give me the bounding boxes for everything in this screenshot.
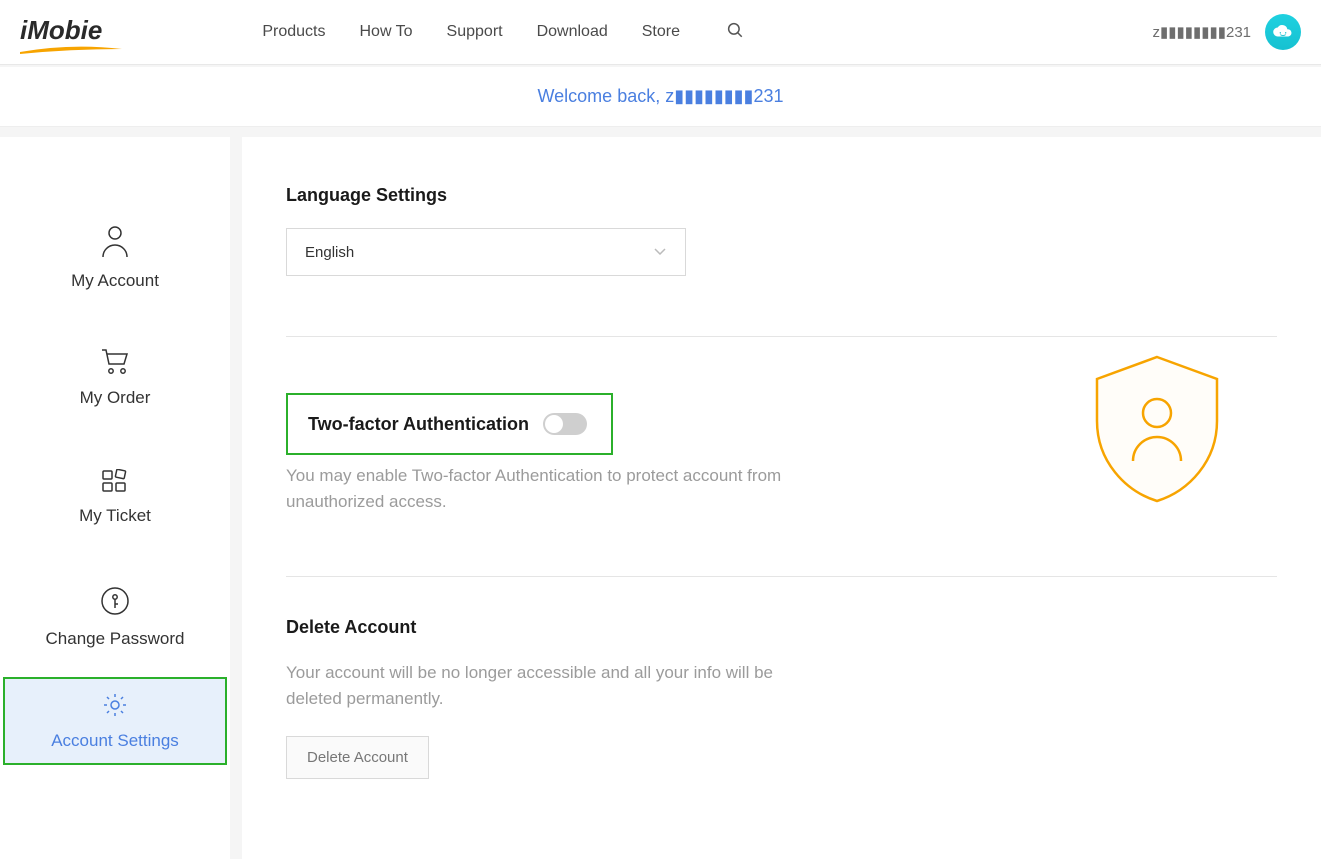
nav-products[interactable]: Products: [262, 23, 325, 41]
search-icon: [726, 21, 744, 39]
sidebar-item-label: My Account: [71, 271, 159, 291]
sidebar-item-label: My Order: [80, 388, 151, 408]
content: Language Settings English Two-factor Aut…: [242, 137, 1321, 859]
sidebar-item-my-account[interactable]: My Account: [0, 197, 230, 317]
sidebar-item-my-order[interactable]: My Order: [0, 317, 230, 437]
logo-underline: [20, 46, 122, 54]
language-selected-value: English: [305, 244, 354, 261]
header-username: z▮▮▮▮▮▮▮▮231: [1152, 23, 1251, 41]
twofa-header-box: Two-factor Authentication: [286, 393, 613, 455]
delete-section: Delete Account Your account will be no l…: [286, 576, 1277, 820]
sidebar-item-my-ticket[interactable]: My Ticket: [0, 437, 230, 557]
chevron-down-icon: [653, 247, 667, 257]
main-nav: Products How To Support Download Store: [262, 21, 744, 44]
security-shield-badge: [1077, 349, 1237, 514]
delete-account-button[interactable]: Delete Account: [286, 736, 429, 779]
language-select[interactable]: English: [286, 228, 686, 276]
main-layout: My Account My Order My Tick: [0, 137, 1321, 859]
sidebar-item-label: My Ticket: [79, 506, 151, 526]
key-icon: [100, 586, 130, 621]
toggle-knob: [545, 415, 563, 433]
nav-download[interactable]: Download: [537, 23, 608, 41]
nav-how-to[interactable]: How To: [359, 23, 412, 41]
brand-logo[interactable]: iMobie: [20, 15, 102, 50]
delete-title: Delete Account: [286, 617, 1277, 638]
language-title: Language Settings: [286, 185, 1277, 206]
sidebar: My Account My Order My Tick: [0, 137, 230, 859]
delete-description: Your account will be no longer accessibl…: [286, 660, 816, 713]
cloud-icon: [1272, 24, 1294, 40]
nav-store[interactable]: Store: [642, 23, 680, 41]
twofa-title: Two-factor Authentication: [308, 414, 529, 435]
header: iMobie Products How To Support Download …: [0, 0, 1321, 65]
sidebar-item-change-password[interactable]: Change Password: [0, 557, 230, 677]
search-button[interactable]: [726, 21, 744, 44]
gear-icon: [102, 692, 128, 723]
person-icon: [100, 224, 130, 263]
nav-support[interactable]: Support: [447, 23, 503, 41]
shield-person-icon: [1077, 349, 1237, 509]
avatar[interactable]: [1265, 14, 1301, 50]
twofa-toggle[interactable]: [543, 413, 587, 435]
sidebar-item-label: Change Password: [46, 629, 185, 649]
header-user: z▮▮▮▮▮▮▮▮231: [1152, 14, 1301, 50]
twofa-description: You may enable Two-factor Authentication…: [286, 463, 816, 516]
twofa-section: Two-factor Authentication You may enable…: [286, 336, 1277, 556]
brand-text: iMobie: [20, 15, 102, 45]
welcome-bar: Welcome back, z▮▮▮▮▮▮▮▮231: [0, 67, 1321, 127]
language-section: Language Settings English: [286, 185, 1277, 316]
cart-icon: [100, 347, 130, 380]
ticket-grid-icon: [101, 469, 129, 498]
welcome-text: Welcome back, z▮▮▮▮▮▮▮▮231: [538, 86, 784, 107]
sidebar-item-account-settings[interactable]: Account Settings: [3, 677, 227, 765]
sidebar-item-label: Account Settings: [51, 731, 179, 751]
